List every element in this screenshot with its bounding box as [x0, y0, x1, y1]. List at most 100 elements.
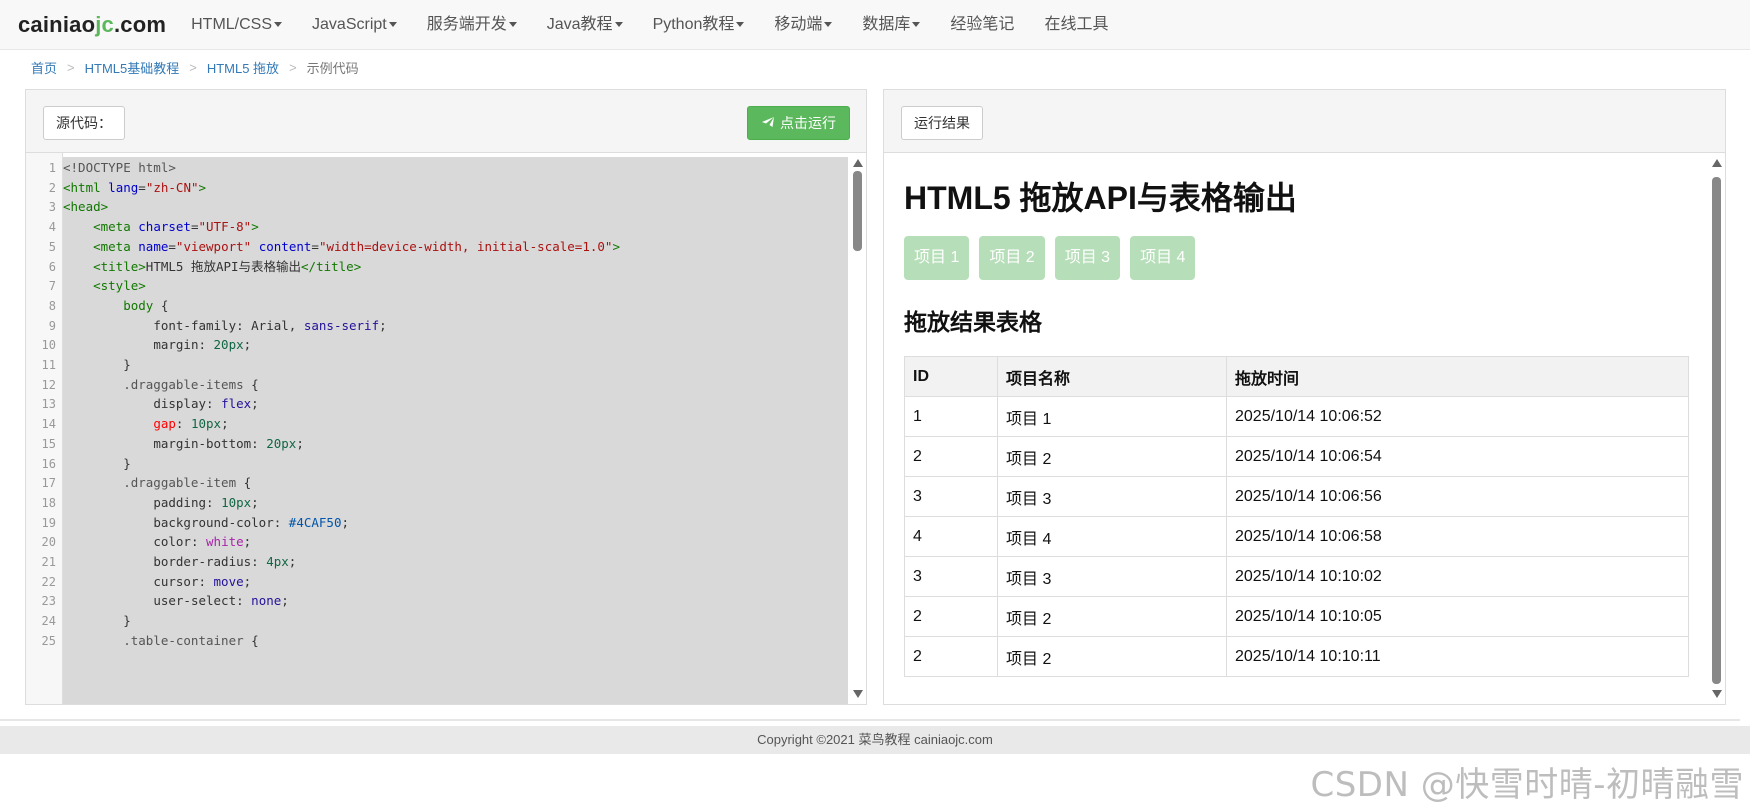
nav-item-label: JavaScript: [312, 15, 387, 33]
code-text: user-select: none;: [153, 593, 289, 609]
table-cell: 2: [904, 436, 998, 477]
result-scrollbar[interactable]: [1707, 153, 1725, 704]
code-text: padding: 10px;: [153, 494, 259, 510]
table-cell: 项目 2: [997, 596, 1227, 637]
code-line: 9 font-family: Arial, sans-serif;: [49, 315, 848, 337]
breadcrumb-page-link[interactable]: HTML5 拖放: [207, 58, 279, 77]
code-text-area[interactable]: 1 <!DOCTYPE html> 2 <html lang="zh-CN"> 3 <he…: [42, 157, 848, 704]
breadcrumb-section-link[interactable]: HTML5基础教程: [85, 58, 180, 77]
table-row: 3 项目 3 2025/10/14 10:06:56: [904, 476, 1689, 517]
result-panel-header: 运行结果: [884, 90, 1725, 153]
code-text: background-color: #4CAF50;: [153, 514, 350, 530]
code-text: gap: 10px;: [153, 416, 229, 432]
draggable-item-2[interactable]: 项目 2: [979, 236, 1045, 280]
table-cell: 2025/10/14 10:06:54: [1226, 436, 1689, 477]
breadcrumb: 首页 > HTML5基础教程 > HTML5 拖放 > 示例代码: [31, 58, 359, 77]
table-cell: 4: [904, 516, 998, 557]
code-text: font-family: Arial, sans-serif;: [153, 317, 387, 333]
line-number: 9: [48, 318, 56, 333]
line-number: 10: [41, 338, 56, 353]
line-number: 24: [41, 614, 56, 629]
scroll-up-arrow-icon[interactable]: [853, 159, 863, 167]
site-logo[interactable]: cainiaojc.com: [18, 12, 166, 38]
line-number: 8: [48, 298, 56, 313]
line-number: 15: [41, 436, 56, 451]
table-cell: 3: [904, 556, 998, 597]
source-panel-header: 源代码： 点击运行: [26, 90, 866, 153]
scroll-down-arrow-icon[interactable]: [853, 690, 863, 698]
table-cell: 项目 4: [997, 516, 1227, 557]
line-number: 21: [41, 555, 56, 569]
scroll-down-arrow-icon[interactable]: [1712, 690, 1722, 698]
line-number: 2: [48, 180, 56, 195]
line-number: 17: [41, 476, 56, 491]
line-number: 7: [48, 279, 56, 294]
code-line: 5 <meta name="viewport" content="width=d…: [49, 236, 848, 258]
code-text: }: [63, 357, 131, 372]
breadcrumb-home-link[interactable]: 首页: [31, 58, 57, 77]
breadcrumb-separator: >: [67, 60, 75, 75]
table-header-cell: 项目名称: [997, 356, 1227, 397]
table-cell: 2025/10/14 10:10:02: [1226, 556, 1689, 597]
result-scrollbar-thumb[interactable]: [1712, 177, 1721, 684]
line-number: 22: [41, 574, 56, 589]
table-row: 1 项目 1 2025/10/14 10:06:52: [904, 396, 1689, 437]
nav-menu: HTML/CSS JavaScript 服务端开发 Java教程 Python教程 移动端…: [176, 0, 1123, 50]
draggable-item-3[interactable]: 项目 3: [1054, 236, 1121, 280]
caret-down-icon: [614, 21, 623, 27]
code-text: border-radius: 4px;: [153, 554, 297, 569]
nav-item-label: HTML/CSS: [191, 15, 273, 33]
code-line: 15 margin-bottom: 20px;: [42, 433, 848, 455]
nav-item-2[interactable]: 服务端开发: [412, 0, 532, 50]
table-cell: 1: [904, 396, 998, 437]
table-header-cell: ID: [904, 356, 998, 397]
code-line: 19 background-color: #4CAF50;: [42, 512, 848, 534]
run-button[interactable]: 点击运行: [747, 106, 850, 140]
nav-item-6[interactable]: 数据库: [847, 0, 935, 50]
draggable-item-4[interactable]: 项目 4: [1130, 236, 1196, 280]
nav-item-5[interactable]: 移动端: [759, 0, 847, 50]
result-label-button[interactable]: 运行结果: [901, 106, 983, 140]
caret-down-icon: [912, 21, 921, 27]
line-number: 5: [48, 239, 56, 254]
table-cell: 2025/10/14 10:10:05: [1226, 596, 1689, 637]
code-text: <html lang="zh-CN">: [63, 179, 207, 195]
code-text: color: white;: [153, 534, 252, 550]
breadcrumb-separator: >: [189, 60, 197, 75]
code-text: .draggable-item {: [63, 475, 252, 491]
table-cell: 2: [904, 596, 998, 637]
code-scrollbar[interactable]: [848, 153, 866, 704]
nav-item-3[interactable]: Java教程: [532, 0, 638, 50]
caret-down-icon: [388, 21, 397, 27]
nav-item-label: Java教程: [546, 15, 613, 33]
table-header-cell: 拖放时间: [1226, 356, 1689, 397]
code-text: }: [63, 613, 131, 629]
nav-item-7[interactable]: 经验笔记: [935, 0, 1029, 50]
code-line: 17 .draggable-item {: [42, 472, 848, 494]
nav-item-label: Python教程: [652, 15, 735, 33]
nav-item-4[interactable]: Python教程: [638, 0, 760, 50]
caret-down-icon: [274, 21, 283, 27]
code-scrollbar-thumb[interactable]: [853, 171, 862, 251]
code-text: <style>: [93, 278, 146, 294]
code-text: <!DOCTYPE html>: [63, 160, 176, 175]
table-row: 2 项目 2 2025/10/14 10:06:54: [904, 436, 1689, 477]
source-code-label-button[interactable]: 源代码：: [43, 106, 125, 140]
csdn-watermark: CSDN @快雪时晴-初晴融雪: [1310, 765, 1744, 805]
nav-item-0[interactable]: HTML/CSS: [176, 0, 297, 50]
table-cell: 2025/10/14 10:06:58: [1226, 516, 1689, 557]
line-number: 13: [41, 397, 56, 412]
code-line: 1 <!DOCTYPE html>: [49, 157, 848, 179]
table-row: 3 项目 3 2025/10/14 10:10:02: [904, 556, 1689, 597]
code-text: <meta name="viewport" content="width=dev…: [93, 238, 620, 254]
caret-down-icon: [824, 21, 833, 27]
draggable-item-1[interactable]: 项目 1: [904, 236, 970, 280]
footer-copyright: Copyright ©2021 菜鸟教程 cainiaojc.com: [757, 732, 993, 747]
nav-item-8[interactable]: 在线工具: [1029, 0, 1123, 50]
line-number: 12: [41, 377, 56, 392]
nav-item-1[interactable]: JavaScript: [297, 0, 412, 50]
code-line: 25 .table-container {: [42, 630, 848, 652]
scroll-up-arrow-icon[interactable]: [1712, 159, 1722, 167]
code-editor[interactable]: 1 <!DOCTYPE html> 2 <html lang="zh-CN"> 3 <he…: [26, 153, 866, 704]
footer-divider: [0, 719, 1740, 721]
